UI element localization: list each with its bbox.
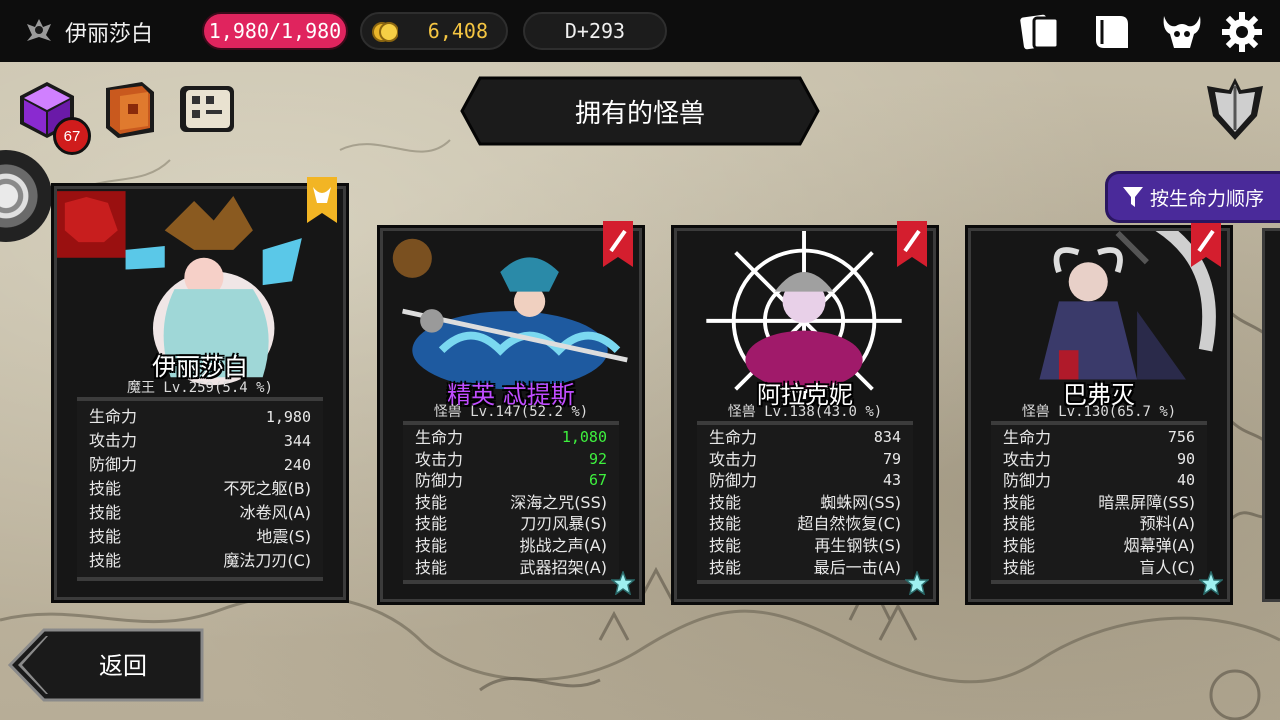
skill-value: 最后一击(A): [813, 557, 901, 577]
monster-card[interactable]: 阿拉克妮 怪兽 Lv.138(43.0 %) 生命力 834 攻击力 79 防御力 4…: [674, 221, 936, 602]
stat-value: 90: [1176, 449, 1195, 468]
stat-label: 防御力: [89, 455, 138, 474]
skill-value: 深海之咒(SS): [510, 492, 607, 512]
skill-value: 超自然恢复(C): [797, 514, 901, 534]
page-title: 拥有的怪兽: [574, 98, 705, 129]
sort-label: 按生命力顺序: [1150, 187, 1265, 210]
stat-label: 技能: [709, 557, 742, 577]
player-name: 伊丽莎白: [65, 22, 154, 47]
stat-value: 756: [1167, 428, 1195, 446]
monster-card[interactable]: 巴弗灭 怪兽 Lv.130(65.7 %) 生命力 756 攻击力 90 防御力 40…: [968, 221, 1230, 602]
stat-label: 生命力: [89, 407, 138, 426]
skill-value: 地震(S): [256, 527, 311, 546]
sword-class-icon: [1191, 221, 1221, 267]
stat-value: 240: [283, 456, 311, 474]
crest-shield-icon[interactable]: [1205, 76, 1265, 142]
skill-value: 烟幕弹(A): [1123, 535, 1195, 555]
stat-label: 技能: [709, 492, 742, 512]
stat-value: 1,980: [265, 408, 311, 426]
sword-class-icon: [603, 221, 633, 267]
skill-value: 蜘蛛网(SS): [820, 492, 901, 512]
stat-label: 技能: [415, 535, 448, 555]
scroll-map-icon[interactable]: [176, 78, 238, 140]
stat-label: 防御力: [709, 471, 758, 491]
stat-label: 生命力: [709, 428, 758, 447]
stat-label: 技能: [89, 479, 122, 498]
stat-label: 技能: [415, 514, 448, 534]
skill-value: 不死之躯(B): [223, 479, 311, 498]
monster-card-partial[interactable]: [1262, 228, 1280, 602]
stat-label: 技能: [89, 503, 122, 522]
skill-value: 武器招架(A): [519, 557, 607, 577]
top-bar: 伊丽莎白 1,980/1,980 6,408 D+293: [0, 0, 1280, 62]
stats-panel: 生命力 834 攻击力 79 防御力 43 技能 蜘蛛网(SS) 技能 超自然恢复(C) …: [697, 421, 913, 585]
skill-value: 盲人(C): [1139, 557, 1195, 577]
stat-label: 技能: [1003, 557, 1036, 577]
stat-label: 生命力: [415, 428, 464, 447]
stat-label: 攻击力: [415, 449, 464, 469]
stat-value: 79: [882, 449, 901, 468]
stat-label: 攻击力: [709, 449, 758, 469]
stat-label: 防御力: [415, 471, 464, 491]
stat-label: 攻击力: [89, 431, 138, 450]
stat-label: 生命力: [1003, 428, 1052, 447]
cards-icon[interactable]: [1018, 10, 1062, 54]
stat-label: 技能: [1003, 514, 1036, 534]
skill-value: 刀刃风暴(S): [520, 514, 607, 534]
stat-label: 技能: [709, 514, 742, 534]
skill-value: 再生钢铁(S): [814, 535, 901, 555]
stat-value: 834: [873, 428, 901, 446]
stat-label: 攻击力: [1003, 449, 1052, 469]
stat-label: 技能: [1003, 535, 1036, 555]
monster-rank: 怪兽 Lv.138(43.0 %): [727, 404, 883, 420]
star-icon: [611, 571, 635, 595]
stat-label: 技能: [709, 535, 742, 555]
stat-value: 67: [588, 471, 607, 490]
day-counter: D+293: [523, 12, 667, 50]
star-icon: [905, 571, 929, 595]
monster-rank: 怪兽 Lv.147(52.2 %): [433, 404, 589, 420]
skill-value: 挑战之声(A): [519, 535, 607, 555]
stats-panel: 生命力 1,080 攻击力 92 防御力 67 技能 深海之咒(SS) 技能 刀刃风暴(S…: [403, 421, 619, 585]
stat-value: 43: [882, 471, 901, 490]
stat-label: 技能: [415, 557, 448, 577]
skill-value: 预料(A): [1139, 514, 1195, 534]
gold-coin-icon: [372, 22, 398, 42]
gold-amount: 6,408: [427, 19, 488, 43]
skill-value: 冰卷风(A): [239, 503, 311, 522]
stat-value: 92: [588, 449, 607, 468]
stat-label: 技能: [1003, 492, 1036, 512]
demon-lord-icon: [27, 19, 51, 41]
hp-display: 1,980/1,980: [202, 12, 348, 50]
back-label: 返回: [99, 652, 147, 680]
sort-by-hp-button[interactable]: 按生命力顺序: [1105, 171, 1280, 223]
stat-label: 技能: [89, 527, 122, 546]
settings-gear-icon[interactable]: [1220, 10, 1264, 54]
stat-value: 1,080: [561, 428, 607, 446]
star-icon: [1199, 571, 1223, 595]
stats-panel: 生命力 1,980 攻击力 344 防御力 240 技能 不死之躯(B) 技能 冰卷风(A…: [77, 397, 323, 581]
stat-label: 技能: [415, 492, 448, 512]
sword-class-icon: [897, 221, 927, 267]
stats-panel: 生命力 756 攻击力 90 防御力 40 技能 暗黑屏障(SS) 技能 预料(A) 技能…: [991, 421, 1207, 585]
monster-card[interactable]: 精英 忒提斯 怪兽 Lv.147(52.2 %) 生命力 1,080 攻击力 92 …: [380, 221, 642, 602]
title-banner: 拥有的怪兽: [460, 76, 820, 146]
filter-icon: [1123, 187, 1143, 207]
skill-value: 暗黑屏障(SS): [1098, 492, 1195, 512]
stat-label: 防御力: [1003, 471, 1052, 491]
demon-lord-rank-icon: [307, 177, 337, 223]
back-button[interactable]: 返回: [8, 628, 204, 702]
stat-value: 344: [283, 432, 311, 450]
monster-rank: 怪兽 Lv.130(65.7 %): [1021, 404, 1177, 420]
book-icon[interactable]: [1090, 10, 1134, 54]
skill-value: 魔法刀刃(C): [223, 551, 311, 570]
spellbook-icon[interactable]: [98, 78, 160, 140]
stat-label: 技能: [89, 551, 122, 570]
notification-badge: 67: [53, 117, 91, 155]
gold-display: 6,408: [360, 12, 508, 50]
monster-card[interactable]: 伊丽莎白 魔王 Lv.259(5.4 %) 生命力 1,980 攻击力 344 防御…: [54, 177, 346, 600]
monster-rank: 魔王 Lv.259(5.4 %): [126, 380, 273, 396]
demon-skull-icon[interactable]: [1160, 10, 1204, 54]
stat-value: 40: [1176, 471, 1195, 490]
